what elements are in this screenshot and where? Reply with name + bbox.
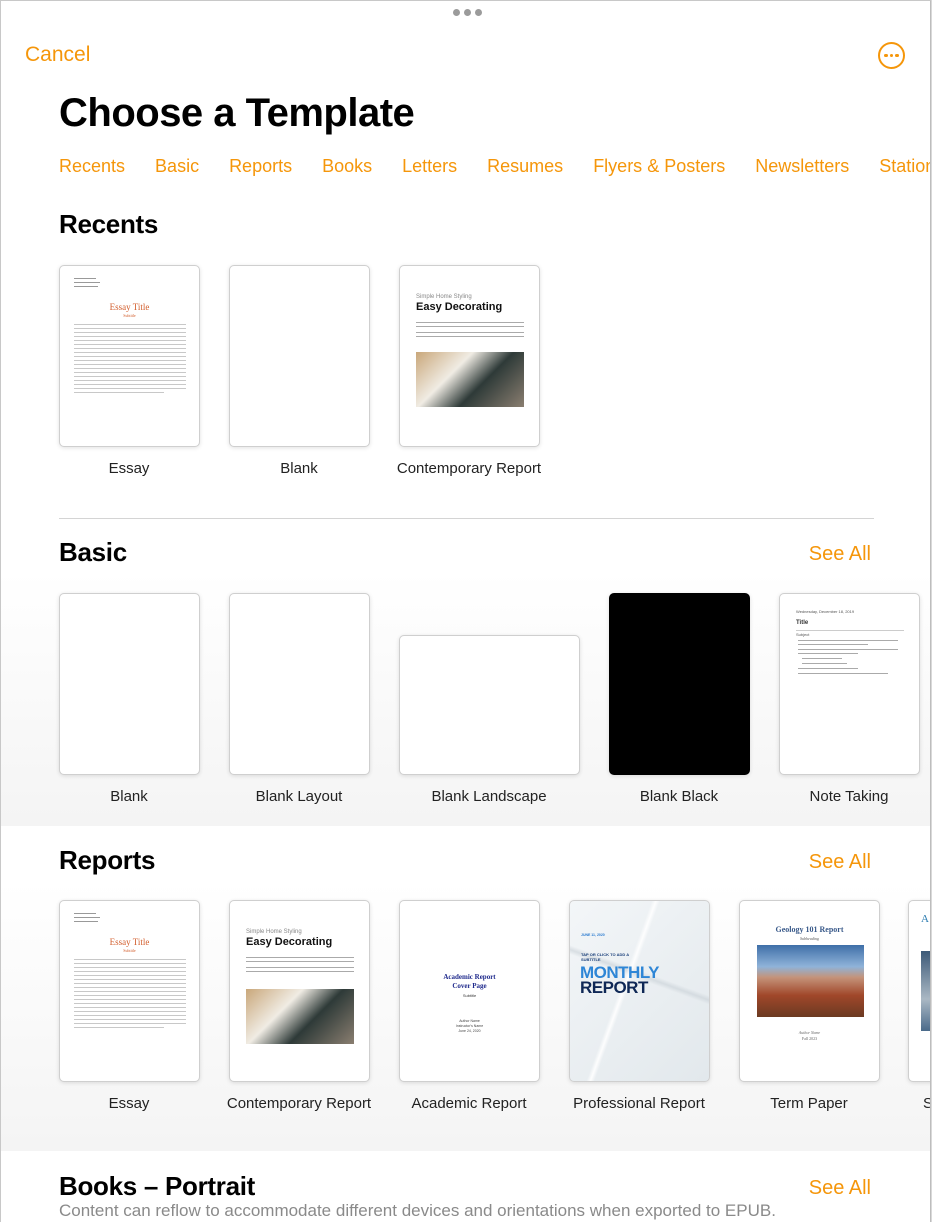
template-thumb-blank-landscape[interactable] <box>399 635 580 775</box>
ellipsis-circle-icon[interactable] <box>878 42 905 69</box>
cancel-button[interactable]: Cancel <box>25 43 90 67</box>
template-thumb-essay[interactable]: Essay Title Subtitle <box>59 900 200 1082</box>
template-thumb-contemporary-report[interactable]: Simple Home Styling Easy Decorating <box>229 900 370 1082</box>
tab-resumes[interactable]: Resumes <box>487 156 563 177</box>
template-label: Contemporary Report <box>226 1095 372 1112</box>
template-thumb-professional-report[interactable]: JUNE 11, 2020 TAP OR CLICK TO ADD A SUBT… <box>569 900 710 1082</box>
see-all-reports[interactable]: See All <box>809 851 871 874</box>
template-thumb-blank[interactable] <box>229 265 370 447</box>
template-label: Professional Report <box>573 1095 705 1112</box>
template-label: Academic Report <box>411 1095 527 1112</box>
template-thumb-partial[interactable]: A <box>908 900 930 1082</box>
tab-stationery[interactable]: Stationery <box>879 156 930 177</box>
template-thumb-blank-black[interactable] <box>609 593 750 775</box>
section-title-recents: Recents <box>59 209 159 239</box>
template-label: Blank Layout <box>255 788 343 805</box>
template-label: Essay <box>108 1095 150 1112</box>
template-label: Term Paper <box>770 1095 848 1112</box>
sheet-grabber[interactable] <box>453 9 482 16</box>
living-room-photo <box>416 352 524 407</box>
tab-flyers-posters[interactable]: Flyers & Posters <box>593 156 725 177</box>
template-thumb-blank[interactable] <box>59 593 200 775</box>
page-title: Choose a Template <box>59 91 415 135</box>
template-label: Blank <box>280 460 318 477</box>
template-label: Blank Landscape <box>431 788 547 805</box>
tab-letters[interactable]: Letters <box>402 156 457 177</box>
template-thumb-blank-layout[interactable] <box>229 593 370 775</box>
template-thumb-note-taking[interactable]: Wednesday, December 18, 2019 Title Subje… <box>779 593 920 775</box>
template-label: Blank Black <box>639 788 719 805</box>
template-label: Essay <box>108 460 150 477</box>
template-thumb-academic-report[interactable]: Academic Report Cover Page Subtitle Auth… <box>399 900 540 1082</box>
living-room-photo <box>246 989 354 1044</box>
section-title-books-portrait: Books – Portrait <box>59 1171 256 1201</box>
section-title-basic: Basic <box>59 537 127 567</box>
tab-newsletters[interactable]: Newsletters <box>755 156 849 177</box>
see-all-books[interactable]: See All <box>809 1177 871 1200</box>
tab-recents[interactable]: Recents <box>59 156 125 177</box>
template-thumb-essay[interactable]: Essay Title Subtitle <box>59 265 200 447</box>
category-tabs: Recents Basic Reports Books Letters Resu… <box>59 156 930 177</box>
tab-basic[interactable]: Basic <box>155 156 199 177</box>
see-all-basic[interactable]: See All <box>809 543 871 566</box>
template-label: Note Taking <box>809 788 889 805</box>
books-description: Content can reflow to accommodate differ… <box>59 1201 776 1220</box>
template-label: Contemporary Report <box>396 460 542 477</box>
tab-books[interactable]: Books <box>322 156 372 177</box>
canyon-photo <box>757 945 864 1017</box>
section-divider <box>59 518 874 519</box>
template-label: Blank <box>110 788 148 805</box>
template-thumb-term-paper[interactable]: Geology 101 Report Subheading Author Nam… <box>739 900 880 1082</box>
template-chooser-sheet: Cancel Choose a Template Recents Basic R… <box>0 0 931 1222</box>
template-thumb-contemporary-report[interactable]: Simple Home Styling Easy Decorating <box>399 265 540 447</box>
template-label: S <box>878 1094 930 1113</box>
tab-reports[interactable]: Reports <box>229 156 292 177</box>
section-title-reports: Reports <box>59 845 156 875</box>
